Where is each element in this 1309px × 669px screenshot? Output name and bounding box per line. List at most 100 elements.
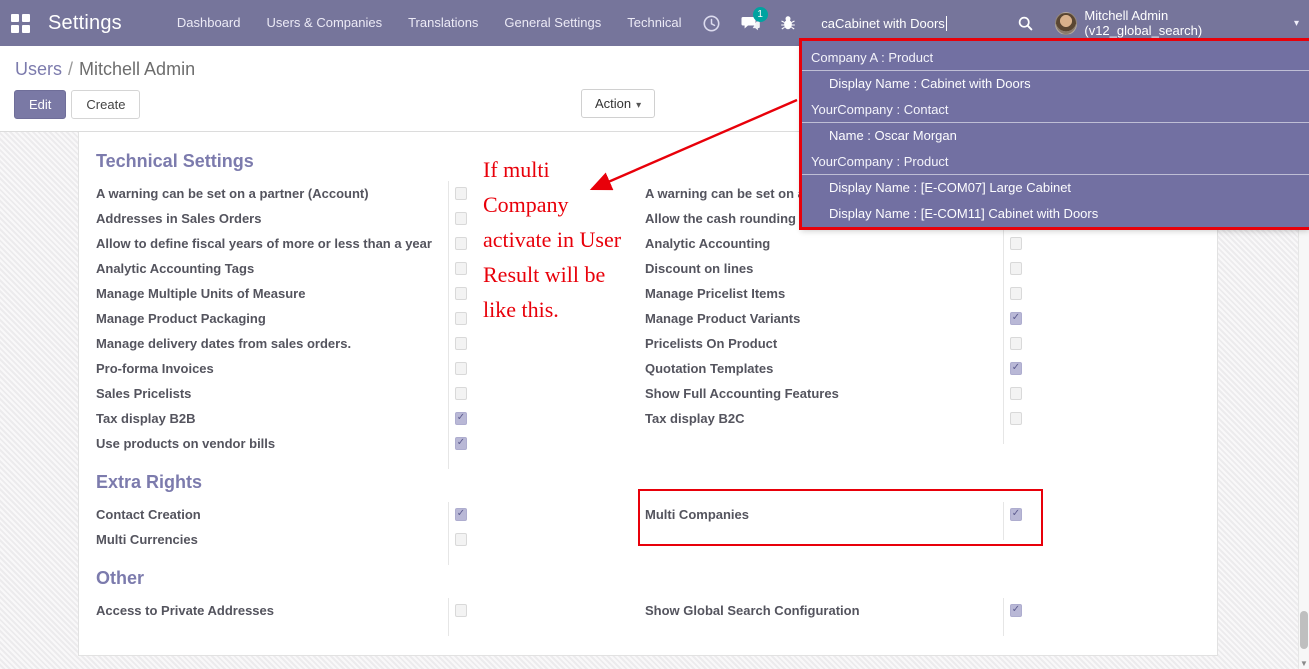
checkbox-cell: ✓ (448, 502, 467, 527)
setting-label: Manage delivery dates from sales orders. (96, 336, 352, 351)
scrollbar-down-arrow-icon[interactable]: ▼ (1299, 659, 1309, 668)
checkbox-manage-product-variants[interactable]: ✓ (1010, 312, 1022, 325)
checkbox-cell (448, 206, 467, 231)
create-button[interactable]: Create (71, 90, 141, 119)
setting-label: Manage Pricelist Items (645, 286, 786, 301)
edit-button[interactable]: Edit (14, 90, 67, 119)
checkbox-addresses-in-sales-orders[interactable] (455, 212, 467, 225)
apps-menu-icon[interactable] (11, 13, 30, 33)
checkbox-cell (448, 256, 467, 281)
checkbox-cell (1003, 256, 1022, 281)
separator-extension (645, 527, 1022, 540)
messages-icon[interactable]: 1 (734, 0, 768, 46)
checkbox-cell (1003, 331, 1022, 356)
setting-row-analytic-accounting-tags: Analytic Accounting Tags (96, 256, 467, 281)
user-name: Mitchell Admin (v12_global_search) (1084, 8, 1203, 38)
setting-row-discount-on-lines: Discount on lines (645, 256, 1022, 281)
checkbox-cell (1003, 381, 1022, 406)
checkbox-cell (448, 527, 467, 552)
checkbox-cell (1003, 406, 1022, 431)
setting-row-a-warning-can-be-set-on-a-partner-account: A warning can be set on a partner (Accou… (96, 181, 467, 206)
menu-item-users-companies[interactable]: Users & Companies (253, 0, 395, 46)
setting-row-pricelists-on-product: Pricelists On Product (645, 331, 1022, 356)
breadcrumb-users-link[interactable]: Users (15, 59, 62, 79)
top-navbar: Settings Dashboard Users & Companies Trans… (0, 0, 1309, 46)
checkbox-tax-display-b2b[interactable]: ✓ (455, 412, 467, 425)
checkbox-use-products-on-vendor-bills[interactable]: ✓ (455, 437, 467, 450)
separator-extension (96, 552, 467, 565)
checkbox-multi-currencies[interactable] (455, 533, 467, 546)
checkbox-show-global-search-configuration[interactable]: ✓ (1010, 604, 1022, 617)
setting-label: Discount on lines (645, 261, 754, 276)
checkbox-allow-to-define-fiscal-years-of-more-or-less-than-a-year[interactable] (455, 237, 467, 250)
checkbox-sales-pricelists[interactable] (455, 387, 467, 400)
checkbox-tax-display-b2c[interactable] (1010, 412, 1022, 425)
menu-item-dashboard[interactable]: Dashboard (164, 0, 254, 46)
activities-clock-icon[interactable] (694, 0, 728, 46)
app-title[interactable]: Settings (48, 12, 122, 35)
setting-row-allow-to-define-fiscal-years-of-more-or-less-than-a-year: Allow to define fiscal years of more or … (96, 231, 467, 256)
setting-label: Manage Product Variants (645, 311, 801, 326)
checkbox-pricelists-on-product[interactable] (1010, 337, 1022, 350)
setting-label: Multi Currencies (96, 532, 198, 547)
setting-row-contact-creation: Contact Creation ✓ (96, 502, 467, 527)
menu-item-technical[interactable]: Technical (614, 0, 694, 46)
checkbox-multi-companies[interactable]: ✓ (1010, 508, 1022, 521)
checkbox-manage-product-packaging[interactable] (455, 312, 467, 325)
search-result-group-company-a-product: Company A : Product (801, 45, 1309, 71)
setting-row-show-global-search-configuration: Show Global Search Configuration ✓ (645, 598, 1022, 623)
setting-label: Use products on vendor bills (96, 436, 276, 451)
checkbox-access-to-private-addresses[interactable] (455, 604, 467, 617)
checkbox-a-warning-can-be-set-on-a-partner-account[interactable] (455, 187, 467, 200)
menu-item-general-settings[interactable]: General Settings (491, 0, 614, 46)
checkbox-analytic-accounting-tags[interactable] (455, 262, 467, 275)
setting-row-manage-product-packaging: Manage Product Packaging (96, 306, 467, 331)
setting-row-manage-delivery-dates-from-sales-orders: Manage delivery dates from sales orders. (96, 331, 467, 356)
breadcrumb-separator: / (68, 59, 74, 79)
search-result-item-display-name-e-com07-large-cabinet[interactable]: Display Name : [E-COM07] Large Cabinet (801, 175, 1309, 201)
scrollbar-thumb[interactable] (1300, 611, 1308, 649)
text-cursor (945, 15, 947, 31)
checkbox-cell (448, 181, 467, 206)
annotation-line: like this. (483, 297, 559, 322)
checkbox-manage-delivery-dates-from-sales-orders[interactable] (455, 337, 467, 350)
checkbox-quotation-templates[interactable]: ✓ (1010, 362, 1022, 375)
checkbox-manage-pricelist-items[interactable] (1010, 287, 1022, 300)
checkbox-cell (448, 331, 467, 356)
setting-label: Allow to define fiscal years of more or … (96, 236, 432, 251)
checkbox-analytic-accounting[interactable] (1010, 237, 1022, 250)
checkbox-contact-creation[interactable]: ✓ (455, 508, 467, 521)
setting-label: Pricelists On Product (645, 336, 778, 351)
debug-bug-icon[interactable] (772, 0, 806, 46)
setting-label: Pro-forma Invoices (96, 361, 214, 376)
setting-row-manage-product-variants: Manage Product Variants ✓ (645, 306, 1022, 331)
setting-label: Tax display B2B (96, 411, 196, 426)
menu-item-translations[interactable]: Translations (395, 0, 491, 46)
navbar-menu: Dashboard Users & Companies Translations Ge… (164, 0, 695, 46)
setting-label: Manage Product Packaging (96, 311, 266, 326)
section-title: Extra Rights (96, 472, 203, 492)
checkbox-discount-on-lines[interactable] (1010, 262, 1022, 275)
setting-row-analytic-accounting: Analytic Accounting (645, 231, 1022, 256)
action-dropdown-button[interactable]: Action ▾ (581, 89, 656, 118)
checkbox-cell (448, 598, 467, 623)
setting-label: Analytic Accounting (645, 236, 771, 251)
search-result-group-yourcompany-contact: YourCompany : Contact (801, 97, 1309, 123)
setting-row-quotation-templates: Quotation Templates ✓ (645, 356, 1022, 381)
search-result-item-display-name-cabinet-with-doors[interactable]: Display Name : Cabinet with Doors (801, 71, 1309, 97)
annotation-line: If multi (483, 157, 550, 182)
setting-row-use-products-on-vendor-bills: Use products on vendor bills ✓ (96, 431, 467, 456)
search-icon[interactable] (1011, 0, 1041, 46)
global-search-input[interactable]: caCabinet with Doors (821, 0, 1011, 46)
search-result-item-name-oscar-morgan[interactable]: Name : Oscar Morgan (801, 123, 1309, 149)
setting-row-manage-pricelist-items: Manage Pricelist Items (645, 281, 1022, 306)
search-result-item-display-name-e-com11-cabinet-with-doors[interactable]: Display Name : [E-COM11] Cabinet with Do… (801, 201, 1309, 227)
setting-label: Multi Companies (645, 507, 750, 522)
checkbox-pro-forma-invoices[interactable] (455, 362, 467, 375)
annotation-text: If multi Company activate in User Result wi… (483, 152, 621, 327)
chevron-down-icon: ▾ (1293, 17, 1299, 29)
checkbox-show-full-accounting-features[interactable] (1010, 387, 1022, 400)
checkbox-manage-multiple-units-of-measure[interactable] (455, 287, 467, 300)
setting-label: Quotation Templates (645, 361, 774, 376)
user-menu[interactable]: Mitchell Admin (v12_global_search) ▾ (1054, 8, 1299, 38)
